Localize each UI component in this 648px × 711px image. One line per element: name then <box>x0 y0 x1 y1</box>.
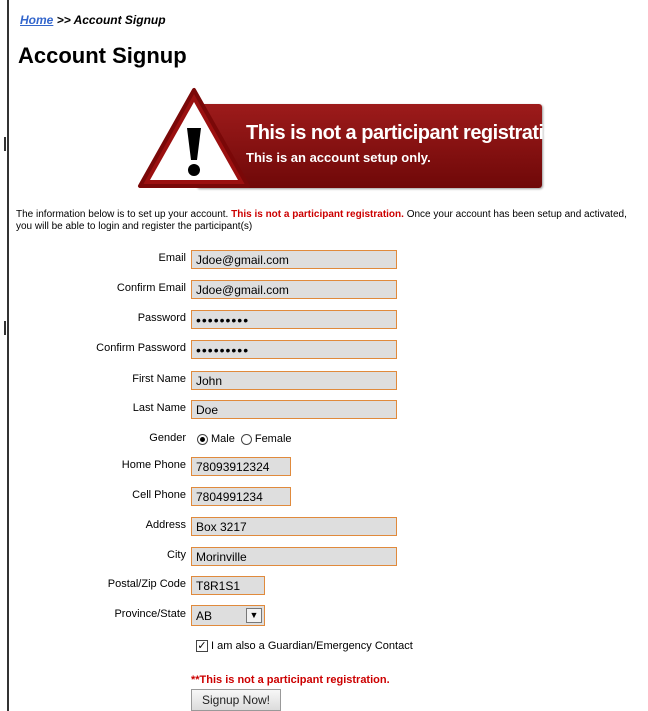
banner-subline: This is an account setup only. <box>246 150 431 165</box>
banner-headline: This is not a participant registration. <box>246 122 573 144</box>
postal-code-field[interactable] <box>191 576 265 595</box>
guardian-checkbox[interactable]: ✓ <box>196 640 208 652</box>
home-phone-field[interactable] <box>191 457 291 476</box>
address-field[interactable] <box>191 517 397 536</box>
warning-triangle-icon <box>138 88 250 188</box>
email-field[interactable] <box>191 250 397 269</box>
first-name-label: First Name <box>132 373 186 385</box>
guardian-checkbox-label: I am also a Guardian/Emergency Contact <box>211 640 413 652</box>
gender-male-label: Male <box>211 433 235 445</box>
last-name-label: Last Name <box>132 402 186 414</box>
gender-female-label: Female <box>254 433 292 445</box>
city-label: City <box>167 549 186 561</box>
signup-button[interactable]: Signup Now! <box>191 689 281 711</box>
email-label: Email <box>158 252 186 264</box>
intro-text: The information below is to set up your … <box>16 209 641 233</box>
cell-phone-field[interactable] <box>191 487 291 506</box>
confirm-password-field[interactable] <box>191 340 397 359</box>
intro-part1: The information below is to set up your … <box>16 209 232 220</box>
address-label: Address <box>145 519 186 531</box>
breadcrumb-current: Account Signup <box>73 13 166 27</box>
page-title: Account Signup <box>18 43 187 68</box>
guardian-checkbox-row: ✓ I am also a Guardian/Emergency Contact <box>196 640 413 652</box>
province-selected-value: AB <box>196 609 213 623</box>
cell-phone-label: Cell Phone <box>132 489 186 501</box>
gender-label: Gender <box>149 432 186 444</box>
confirm-email-label: Confirm Email <box>116 282 186 294</box>
home-phone-label: Home Phone <box>121 459 186 471</box>
breadcrumb-separator: >> <box>56 13 71 27</box>
confirm-email-field[interactable] <box>191 280 397 299</box>
confirm-password-label: Confirm Password <box>96 342 186 354</box>
gender-male-radio[interactable] <box>197 433 208 445</box>
border-tick <box>4 137 6 151</box>
city-field[interactable] <box>191 547 397 566</box>
page-left-border <box>7 0 9 711</box>
province-label: Province/State <box>114 608 186 620</box>
warning-banner: This is not a participant registration. … <box>136 86 573 192</box>
breadcrumb-home-link[interactable]: Home <box>20 13 53 27</box>
border-tick <box>4 321 6 335</box>
province-select[interactable]: AB ▼ <box>191 605 265 626</box>
postal-code-label: Postal/Zip Code <box>107 578 186 590</box>
breadcrumb: Home >> Account Signup <box>20 13 166 27</box>
intro-warning: This is not a participant registration. <box>231 209 404 220</box>
password-label: Password <box>137 312 186 324</box>
first-name-field[interactable] <box>191 371 397 390</box>
last-name-field[interactable] <box>191 400 397 419</box>
bottom-warning: **This is not a participant registration… <box>191 674 390 686</box>
password-field[interactable] <box>191 310 397 329</box>
gender-female-radio[interactable] <box>240 433 252 445</box>
gender-radio-group: Male Female <box>197 433 292 445</box>
chevron-down-icon[interactable]: ▼ <box>246 608 262 623</box>
